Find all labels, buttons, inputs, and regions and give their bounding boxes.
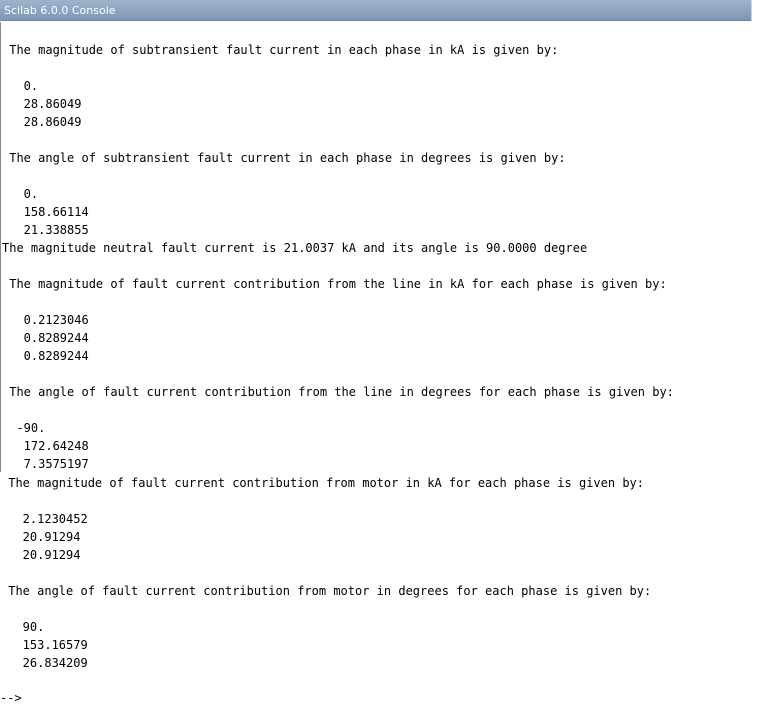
console-output[interactable]: The magnitude of subtransient fault curr…: [0, 22, 752, 713]
console-line: 20.91294: [1, 548, 81, 562]
console-prompt[interactable]: -->: [0, 691, 22, 705]
console-gutter: [0, 22, 1, 472]
console-line: 0.8289244: [2, 349, 89, 363]
title-bar-edge: [751, 0, 752, 21]
console-line: The angle of fault current contribution …: [1, 584, 652, 598]
console-line: 158.66114: [2, 205, 89, 219]
console-line: 153.16579: [1, 638, 88, 652]
console-line: 21.338855: [2, 223, 89, 237]
console-line: 0.: [2, 187, 39, 201]
console-line: 0.: [2, 79, 39, 93]
console-line: The magnitude neutral fault current is 2…: [2, 241, 588, 255]
console-line: 26.834209: [1, 656, 88, 670]
console-line: 28.86049: [2, 115, 82, 129]
console-line: 0.2123046: [2, 313, 89, 327]
console-line: -90.: [2, 421, 46, 435]
console-title-bar: Scilab 6.0.0 Console: [0, 0, 752, 21]
console-line: The magnitude of fault current contribut…: [2, 277, 667, 291]
window-title: Scilab 6.0.0 Console: [4, 4, 116, 17]
console-line: The magnitude of subtransient fault curr…: [2, 43, 559, 57]
console-line: The angle of fault current contribution …: [2, 385, 674, 399]
console-line: 28.86049: [2, 97, 82, 111]
console-line: The angle of subtransient fault current …: [2, 151, 566, 165]
console-line: 7.3575197: [2, 457, 89, 471]
console-line: 90.: [1, 620, 45, 634]
console-line: 20.91294: [1, 530, 81, 544]
console-line: 0.8289244: [2, 331, 89, 345]
console-line: 2.1230452: [1, 512, 88, 526]
console-line: 172.64248: [2, 439, 89, 453]
console-line: The magnitude of fault current contribut…: [1, 476, 644, 490]
